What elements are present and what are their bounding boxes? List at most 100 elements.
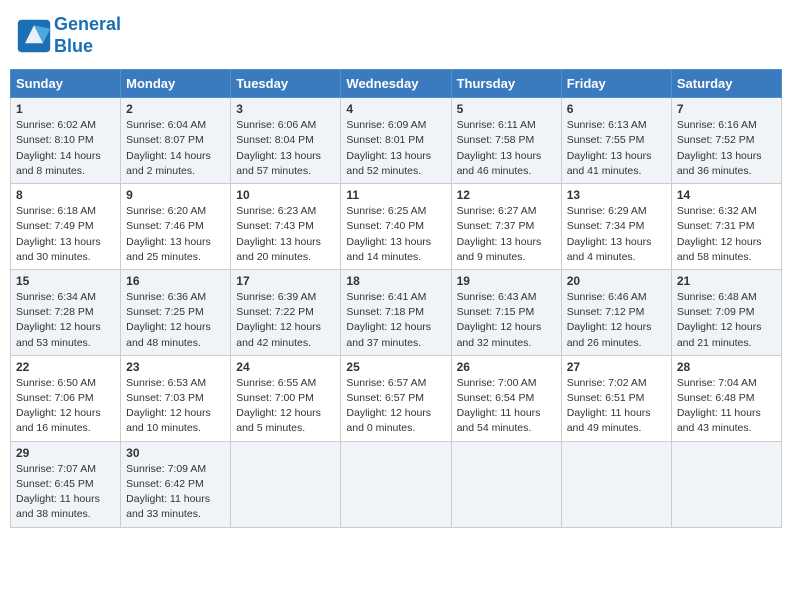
day-info: Sunrise: 6:02 AM Sunset: 8:10 PM Dayligh… xyxy=(16,118,115,179)
calendar-cell: 1 Sunrise: 6:02 AM Sunset: 8:10 PM Dayli… xyxy=(11,98,121,184)
day-info: Sunrise: 6:48 AM Sunset: 7:09 PM Dayligh… xyxy=(677,290,776,351)
day-info: Sunrise: 7:02 AM Sunset: 6:51 PM Dayligh… xyxy=(567,376,666,437)
calendar-cell: 22 Sunrise: 6:50 AM Sunset: 7:06 PM Dayl… xyxy=(11,355,121,441)
day-info: Sunrise: 6:46 AM Sunset: 7:12 PM Dayligh… xyxy=(567,290,666,351)
weekday-header-thursday: Thursday xyxy=(451,70,561,98)
day-number: 1 xyxy=(16,102,115,116)
calendar-cell xyxy=(671,441,781,527)
day-number: 11 xyxy=(346,188,445,202)
day-info: Sunrise: 6:55 AM Sunset: 7:00 PM Dayligh… xyxy=(236,376,335,437)
calendar-cell: 10 Sunrise: 6:23 AM Sunset: 7:43 PM Dayl… xyxy=(231,184,341,270)
day-info: Sunrise: 6:50 AM Sunset: 7:06 PM Dayligh… xyxy=(16,376,115,437)
calendar-cell: 18 Sunrise: 6:41 AM Sunset: 7:18 PM Dayl… xyxy=(341,269,451,355)
day-info: Sunrise: 7:09 AM Sunset: 6:42 PM Dayligh… xyxy=(126,462,225,523)
calendar-cell: 28 Sunrise: 7:04 AM Sunset: 6:48 PM Dayl… xyxy=(671,355,781,441)
calendar-cell xyxy=(341,441,451,527)
calendar-week-row: 29 Sunrise: 7:07 AM Sunset: 6:45 PM Dayl… xyxy=(11,441,782,527)
weekday-header-sunday: Sunday xyxy=(11,70,121,98)
calendar-cell: 26 Sunrise: 7:00 AM Sunset: 6:54 PM Dayl… xyxy=(451,355,561,441)
day-info: Sunrise: 6:11 AM Sunset: 7:58 PM Dayligh… xyxy=(457,118,556,179)
calendar-week-row: 15 Sunrise: 6:34 AM Sunset: 7:28 PM Dayl… xyxy=(11,269,782,355)
calendar-cell: 5 Sunrise: 6:11 AM Sunset: 7:58 PM Dayli… xyxy=(451,98,561,184)
calendar-cell: 8 Sunrise: 6:18 AM Sunset: 7:49 PM Dayli… xyxy=(11,184,121,270)
day-info: Sunrise: 6:27 AM Sunset: 7:37 PM Dayligh… xyxy=(457,204,556,265)
day-info: Sunrise: 6:20 AM Sunset: 7:46 PM Dayligh… xyxy=(126,204,225,265)
weekday-header-row: SundayMondayTuesdayWednesdayThursdayFrid… xyxy=(11,70,782,98)
calendar-cell: 6 Sunrise: 6:13 AM Sunset: 7:55 PM Dayli… xyxy=(561,98,671,184)
weekday-header-monday: Monday xyxy=(121,70,231,98)
logo-text2: Blue xyxy=(54,36,121,58)
day-number: 6 xyxy=(567,102,666,116)
day-number: 16 xyxy=(126,274,225,288)
weekday-header-wednesday: Wednesday xyxy=(341,70,451,98)
day-info: Sunrise: 6:39 AM Sunset: 7:22 PM Dayligh… xyxy=(236,290,335,351)
day-info: Sunrise: 6:43 AM Sunset: 7:15 PM Dayligh… xyxy=(457,290,556,351)
day-number: 18 xyxy=(346,274,445,288)
day-number: 8 xyxy=(16,188,115,202)
day-number: 20 xyxy=(567,274,666,288)
logo: General Blue xyxy=(16,14,121,57)
calendar-cell: 16 Sunrise: 6:36 AM Sunset: 7:25 PM Dayl… xyxy=(121,269,231,355)
calendar-cell: 9 Sunrise: 6:20 AM Sunset: 7:46 PM Dayli… xyxy=(121,184,231,270)
day-info: Sunrise: 6:57 AM Sunset: 6:57 PM Dayligh… xyxy=(346,376,445,437)
day-number: 21 xyxy=(677,274,776,288)
calendar-cell: 7 Sunrise: 6:16 AM Sunset: 7:52 PM Dayli… xyxy=(671,98,781,184)
logo-icon xyxy=(16,18,52,54)
day-number: 5 xyxy=(457,102,556,116)
day-info: Sunrise: 6:16 AM Sunset: 7:52 PM Dayligh… xyxy=(677,118,776,179)
calendar-cell: 4 Sunrise: 6:09 AM Sunset: 8:01 PM Dayli… xyxy=(341,98,451,184)
calendar-cell: 3 Sunrise: 6:06 AM Sunset: 8:04 PM Dayli… xyxy=(231,98,341,184)
day-info: Sunrise: 6:23 AM Sunset: 7:43 PM Dayligh… xyxy=(236,204,335,265)
day-number: 10 xyxy=(236,188,335,202)
calendar-table: SundayMondayTuesdayWednesdayThursdayFrid… xyxy=(10,69,782,527)
calendar-cell: 14 Sunrise: 6:32 AM Sunset: 7:31 PM Dayl… xyxy=(671,184,781,270)
day-number: 12 xyxy=(457,188,556,202)
day-info: Sunrise: 7:00 AM Sunset: 6:54 PM Dayligh… xyxy=(457,376,556,437)
weekday-header-saturday: Saturday xyxy=(671,70,781,98)
calendar-cell: 24 Sunrise: 6:55 AM Sunset: 7:00 PM Dayl… xyxy=(231,355,341,441)
day-info: Sunrise: 6:29 AM Sunset: 7:34 PM Dayligh… xyxy=(567,204,666,265)
day-number: 13 xyxy=(567,188,666,202)
day-number: 28 xyxy=(677,360,776,374)
calendar-cell: 19 Sunrise: 6:43 AM Sunset: 7:15 PM Dayl… xyxy=(451,269,561,355)
day-number: 23 xyxy=(126,360,225,374)
day-number: 9 xyxy=(126,188,225,202)
calendar-cell: 30 Sunrise: 7:09 AM Sunset: 6:42 PM Dayl… xyxy=(121,441,231,527)
calendar-week-row: 22 Sunrise: 6:50 AM Sunset: 7:06 PM Dayl… xyxy=(11,355,782,441)
day-number: 29 xyxy=(16,446,115,460)
calendar-cell: 29 Sunrise: 7:07 AM Sunset: 6:45 PM Dayl… xyxy=(11,441,121,527)
calendar-cell: 11 Sunrise: 6:25 AM Sunset: 7:40 PM Dayl… xyxy=(341,184,451,270)
day-number: 2 xyxy=(126,102,225,116)
day-number: 25 xyxy=(346,360,445,374)
day-number: 4 xyxy=(346,102,445,116)
calendar-cell: 23 Sunrise: 6:53 AM Sunset: 7:03 PM Dayl… xyxy=(121,355,231,441)
day-number: 3 xyxy=(236,102,335,116)
weekday-header-friday: Friday xyxy=(561,70,671,98)
calendar-cell: 15 Sunrise: 6:34 AM Sunset: 7:28 PM Dayl… xyxy=(11,269,121,355)
day-number: 19 xyxy=(457,274,556,288)
day-info: Sunrise: 6:36 AM Sunset: 7:25 PM Dayligh… xyxy=(126,290,225,351)
day-number: 24 xyxy=(236,360,335,374)
calendar-cell: 13 Sunrise: 6:29 AM Sunset: 7:34 PM Dayl… xyxy=(561,184,671,270)
calendar-cell xyxy=(451,441,561,527)
calendar-cell: 20 Sunrise: 6:46 AM Sunset: 7:12 PM Dayl… xyxy=(561,269,671,355)
calendar-week-row: 8 Sunrise: 6:18 AM Sunset: 7:49 PM Dayli… xyxy=(11,184,782,270)
day-info: Sunrise: 7:04 AM Sunset: 6:48 PM Dayligh… xyxy=(677,376,776,437)
day-number: 26 xyxy=(457,360,556,374)
day-number: 7 xyxy=(677,102,776,116)
day-info: Sunrise: 6:06 AM Sunset: 8:04 PM Dayligh… xyxy=(236,118,335,179)
day-info: Sunrise: 6:41 AM Sunset: 7:18 PM Dayligh… xyxy=(346,290,445,351)
day-info: Sunrise: 6:18 AM Sunset: 7:49 PM Dayligh… xyxy=(16,204,115,265)
day-info: Sunrise: 6:53 AM Sunset: 7:03 PM Dayligh… xyxy=(126,376,225,437)
day-number: 22 xyxy=(16,360,115,374)
day-number: 15 xyxy=(16,274,115,288)
calendar-cell: 25 Sunrise: 6:57 AM Sunset: 6:57 PM Dayl… xyxy=(341,355,451,441)
day-info: Sunrise: 6:32 AM Sunset: 7:31 PM Dayligh… xyxy=(677,204,776,265)
weekday-header-tuesday: Tuesday xyxy=(231,70,341,98)
calendar-cell: 12 Sunrise: 6:27 AM Sunset: 7:37 PM Dayl… xyxy=(451,184,561,270)
calendar-cell: 21 Sunrise: 6:48 AM Sunset: 7:09 PM Dayl… xyxy=(671,269,781,355)
day-info: Sunrise: 6:25 AM Sunset: 7:40 PM Dayligh… xyxy=(346,204,445,265)
logo-text: General xyxy=(54,14,121,36)
calendar-week-row: 1 Sunrise: 6:02 AM Sunset: 8:10 PM Dayli… xyxy=(11,98,782,184)
calendar-cell: 17 Sunrise: 6:39 AM Sunset: 7:22 PM Dayl… xyxy=(231,269,341,355)
